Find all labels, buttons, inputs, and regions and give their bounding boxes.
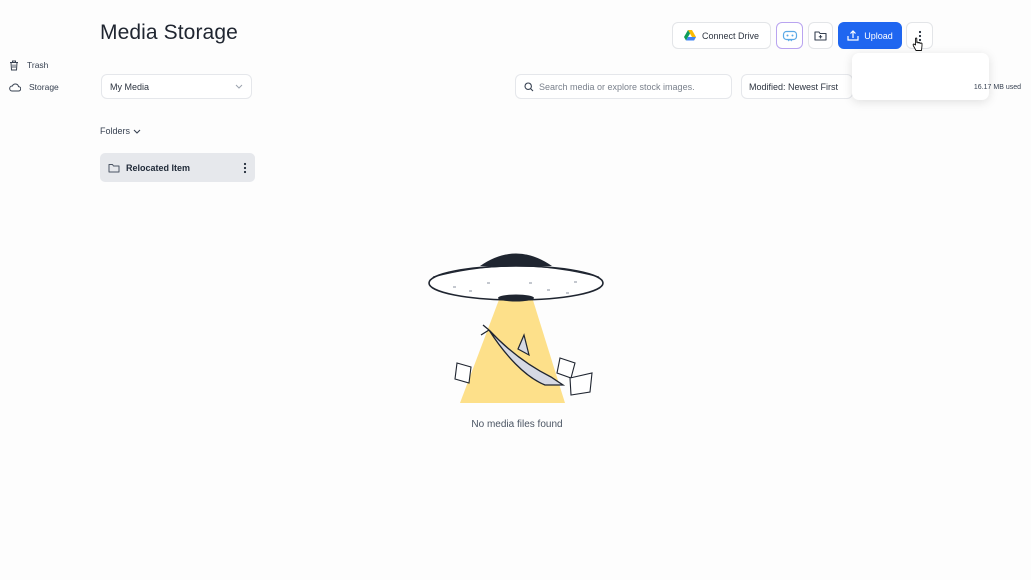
upload-icon <box>847 30 859 41</box>
google-drive-icon <box>683 30 696 41</box>
menu-item-label: Storage <box>29 82 59 92</box>
more-vertical-icon[interactable] <box>243 162 247 174</box>
ufo-illustration <box>428 253 604 403</box>
folder-plus-icon <box>814 31 827 41</box>
upload-label: Upload <box>864 30 893 41</box>
folder-label: Relocated Item <box>126 162 191 173</box>
connect-drive-label: Connect Drive <box>701 30 760 41</box>
folder-item[interactable]: Relocated Item <box>100 153 255 182</box>
ai-assistant-icon <box>782 30 797 41</box>
menu-item-label: Trash <box>27 60 49 70</box>
empty-state-message: No media files found <box>471 419 563 430</box>
page-title: Media Storage <box>100 21 238 44</box>
chevron-down-icon <box>133 129 141 134</box>
menu-item-trash[interactable]: Trash <box>9 57 1021 73</box>
trash-icon <box>10 60 18 70</box>
cloud-icon <box>9 83 21 91</box>
folder-icon <box>108 163 120 172</box>
folders-toggle[interactable]: Folders <box>100 126 141 136</box>
connect-drive-button[interactable]: Connect Drive <box>672 22 771 49</box>
upload-button[interactable]: Upload <box>838 22 902 49</box>
menu-item-storage[interactable]: Storage 16.17 MB used <box>9 79 1021 95</box>
folders-label: Folders <box>100 126 131 136</box>
new-folder-button[interactable] <box>808 22 833 49</box>
storage-used-value: 16.17 MB used <box>973 83 1021 91</box>
hand-pointer-icon <box>912 37 923 51</box>
ai-assistant-button[interactable] <box>776 22 803 49</box>
